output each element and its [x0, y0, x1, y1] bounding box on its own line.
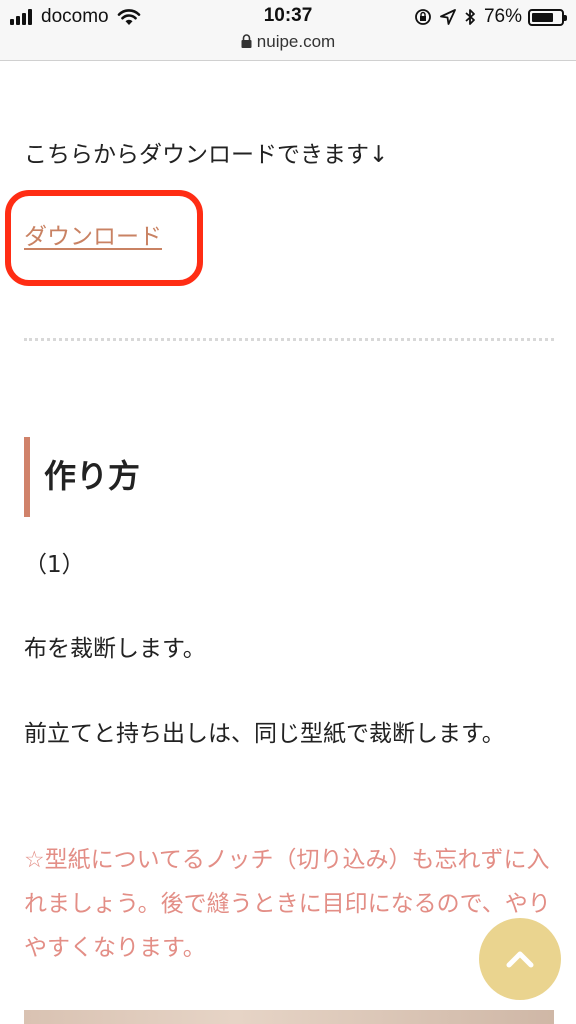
screen: docomo 10:37 76% nuipe.com こちらからダウンロードでき… — [0, 0, 576, 1024]
status-right: 76% — [414, 6, 567, 28]
chevron-up-icon — [506, 951, 534, 968]
section-divider — [24, 338, 554, 341]
battery-level — [532, 12, 553, 22]
browser-url-bar[interactable]: nuipe.com — [0, 30, 576, 61]
step-label: （1） — [24, 552, 85, 578]
url-display[interactable]: nuipe.com — [0, 32, 576, 52]
lock-icon — [241, 34, 252, 48]
download-intro-text: こちらからダウンロードできます↓ — [24, 142, 389, 168]
battery-icon — [528, 8, 567, 26]
status-bar: docomo 10:37 76% — [0, 0, 576, 34]
rotation-lock-icon — [415, 9, 431, 25]
tip-note: ☆型紙についてるノッチ（切り込み）も忘れずに入れましょう。後で縫うときに目印にな… — [24, 847, 551, 961]
battery-percent: 76% — [483, 6, 522, 27]
back-to-top-button[interactable] — [479, 918, 561, 1000]
location-icon — [440, 9, 456, 25]
instruction-paragraph: 布を裁断します。 — [24, 636, 206, 662]
bluetooth-icon — [465, 9, 475, 25]
download-link[interactable]: ダウンロード — [24, 217, 162, 257]
section-heading: 作り方 — [44, 457, 141, 495]
heading-accent-bar — [24, 437, 30, 517]
instruction-paragraph: 前立てと持ち出しは、同じ型紙で裁断します。 — [24, 721, 505, 747]
article-photo — [24, 1010, 554, 1024]
url-text: nuipe.com — [256, 32, 336, 51]
